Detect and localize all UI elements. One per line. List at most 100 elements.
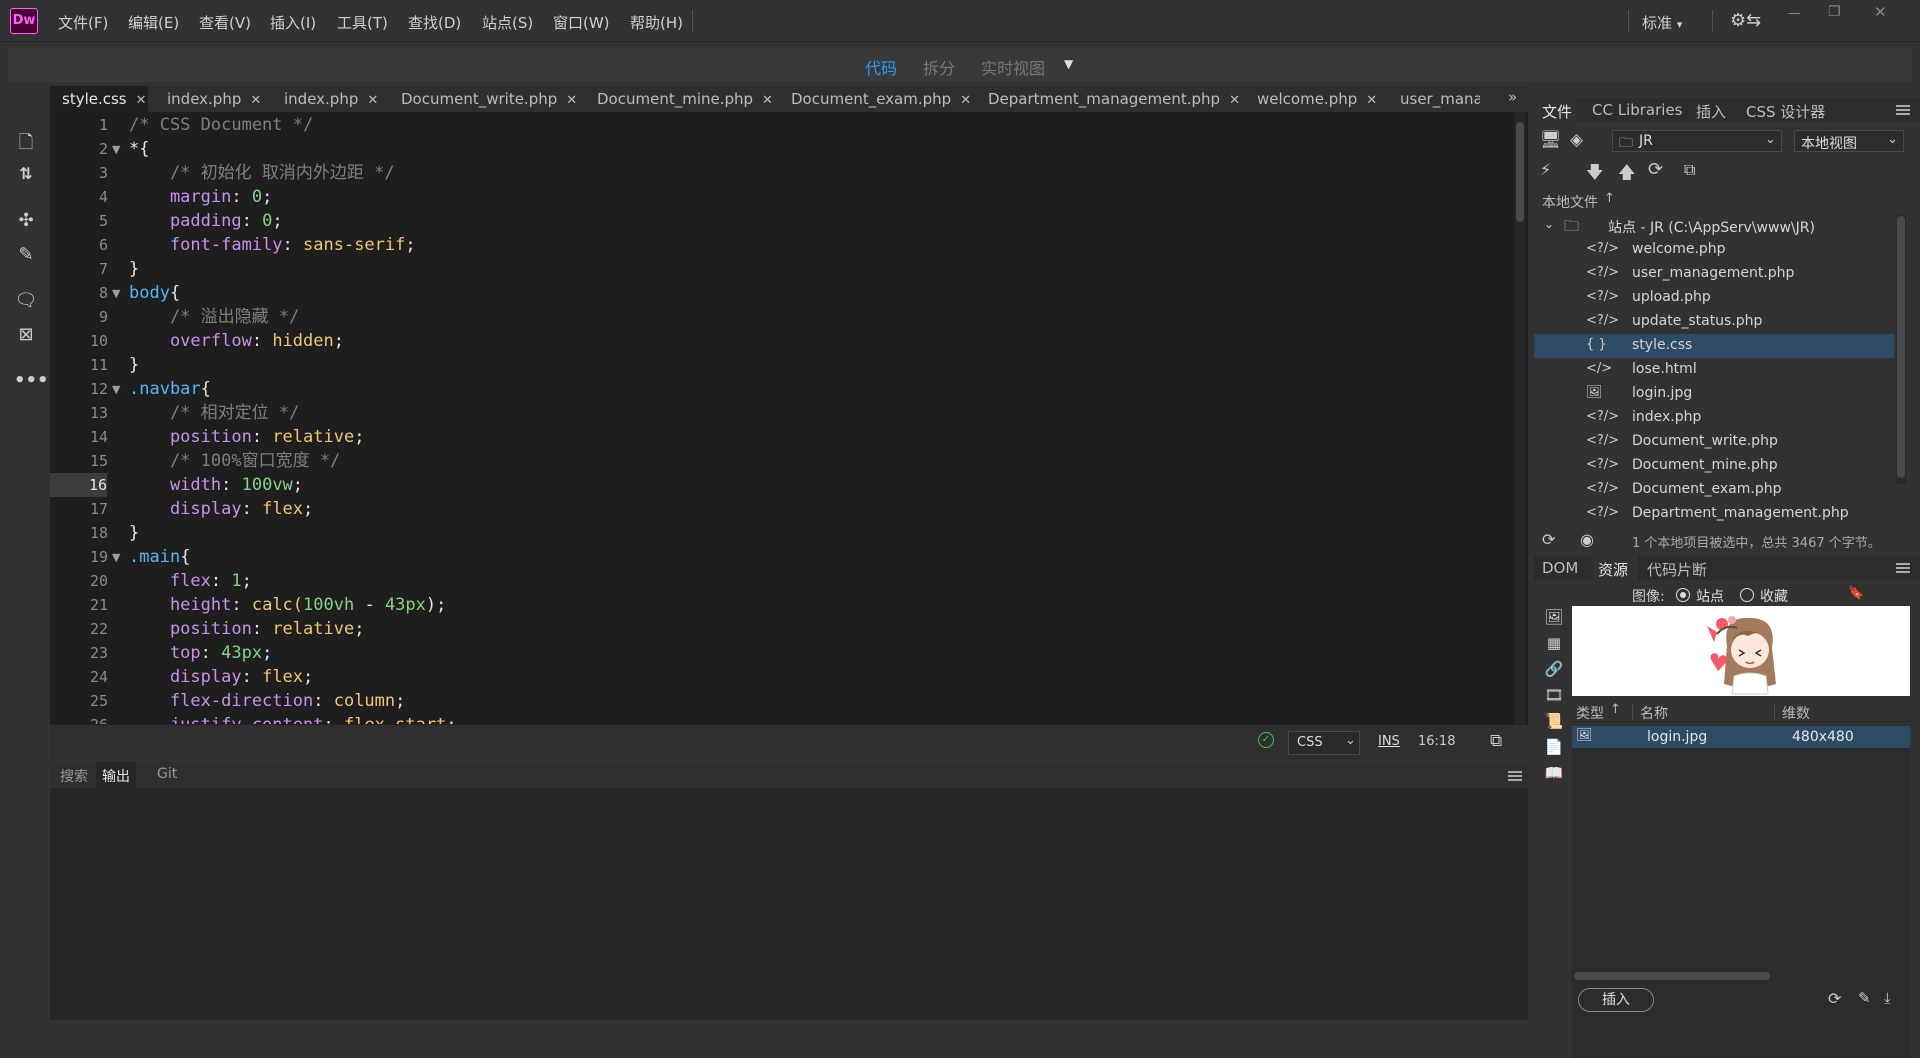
file-item[interactable]: <?/> Document_mine.php	[1534, 454, 1894, 478]
view-tab-split[interactable]: 拆分	[923, 55, 955, 79]
scrollbar-thumb[interactable]	[1516, 122, 1524, 222]
tab-git[interactable]: Git	[157, 766, 177, 782]
menu-window[interactable]: 窗口(W)	[553, 12, 610, 33]
expand-panel-icon[interactable]: ⧉	[1684, 160, 1695, 180]
site-root-item[interactable]: ⌄ 🗀 站点 - JR (C:\AppServ\www\JR)	[1534, 214, 1894, 238]
close-icon[interactable]: ✕	[1229, 93, 1240, 108]
close-icon[interactable]: ✕	[367, 93, 378, 108]
image-assets-icon[interactable]: 🖼	[1542, 608, 1566, 628]
git-icon[interactable]: ◈	[1570, 130, 1583, 150]
menu-help[interactable]: 帮助(H)	[630, 12, 683, 33]
insert-button[interactable]: 插入	[1578, 988, 1654, 1012]
radio-site-label[interactable]: 站点	[1696, 586, 1724, 606]
apply-comment-icon[interactable]: 🗨	[14, 290, 38, 312]
file-management-icon[interactable]: ⇅	[14, 164, 38, 186]
files-panel-menu-icon[interactable]	[1896, 105, 1910, 115]
connect-server-icon[interactable]: 🖥	[1540, 130, 1562, 150]
tab-department-management[interactable]: Department_management.php ✕	[988, 86, 1240, 112]
code-line[interactable]: margin: 0;	[129, 185, 272, 209]
fold-toggle-icon[interactable]: ▼	[112, 551, 120, 564]
template-assets-icon[interactable]: 📄	[1542, 738, 1566, 758]
file-item[interactable]: 🖼 login.jpg	[1534, 382, 1894, 406]
file-item[interactable]: { } style.css	[1534, 334, 1894, 358]
tab-cc-libraries[interactable]: CC Libraries	[1592, 101, 1683, 119]
code-line[interactable]: }	[129, 353, 139, 377]
code-line[interactable]: position: relative;	[129, 425, 365, 449]
bookmark-icon[interactable]: 🔖	[1848, 586, 1864, 601]
editor-scrollbar[interactable]	[1514, 112, 1526, 724]
menu-find[interactable]: 查找(D)	[408, 12, 461, 33]
tab-css-designer[interactable]: CSS 设计器	[1746, 101, 1825, 122]
no-errors-check-icon[interactable]: ✓	[1258, 732, 1274, 748]
close-icon[interactable]: ✕	[960, 93, 971, 108]
code-line[interactable]: overflow: hidden;	[129, 329, 344, 353]
code-line[interactable]: display: flex;	[129, 497, 313, 521]
close-button[interactable]: ✕	[1874, 3, 1887, 21]
file-tree-scrollbar[interactable]	[1896, 214, 1906, 484]
assets-panel-menu-icon[interactable]	[1896, 563, 1910, 573]
file-item[interactable]: <?/> user_management.php	[1534, 262, 1894, 286]
file-item[interactable]: <?/> welcome.php	[1534, 238, 1894, 262]
view-tab-code[interactable]: 代码	[865, 55, 897, 79]
tab-search[interactable]: 搜索	[60, 766, 88, 786]
code-line[interactable]: /* 初始化 取消内外边距 */	[129, 161, 395, 185]
file-item[interactable]: <?/> Document_exam.php	[1534, 478, 1894, 502]
file-item[interactable]: <?/> index.php	[1534, 406, 1894, 430]
add-to-favorites-icon[interactable]: ⤓	[1884, 989, 1891, 1007]
file-tree[interactable]: ⌄ 🗀 站点 - JR (C:\AppServ\www\JR) <?/> welc…	[1534, 214, 1894, 614]
code-line[interactable]: flex: 1;	[129, 569, 252, 593]
view-select[interactable]: 本地视图 ⌄	[1794, 130, 1904, 152]
menu-view[interactable]: 查看(V)	[199, 12, 251, 33]
minimize-button[interactable]: —	[1788, 6, 1801, 21]
close-icon[interactable]: ✕	[1366, 93, 1377, 108]
tab-files[interactable]: 文件	[1534, 98, 1576, 122]
tabs-overflow-icon[interactable]: »	[1508, 88, 1517, 106]
close-icon[interactable]: ✕	[762, 93, 773, 108]
tab-style-css[interactable]: style.css ✕	[50, 86, 148, 112]
edit-icon[interactable]: ✎	[1858, 989, 1871, 1007]
code-editor[interactable]: 1 2 ▼ 3 4 5 6 7 8 ▼ 9 10 11 12 ▼ 13 14 15 16 17 18 19 ▼ 20 21 22 2…	[50, 112, 1528, 724]
link-assets-icon[interactable]: 🔗	[1542, 660, 1566, 680]
code-line[interactable]: font-family: sans-serif;	[129, 233, 416, 257]
expand-all-icon[interactable]: ✣	[14, 210, 38, 232]
put-files-icon[interactable]: 🡅	[1618, 160, 1635, 189]
menu-site[interactable]: 站点(S)	[482, 12, 533, 33]
local-files-header[interactable]: 本地文件 ↑	[1534, 191, 1920, 211]
code-line[interactable]: flex-direction: column;	[129, 689, 405, 713]
column-dimensions[interactable]: 维数	[1782, 703, 1810, 723]
assets-horizontal-scrollbar[interactable]	[1574, 972, 1770, 980]
code-line[interactable]: .navbar{	[129, 377, 211, 401]
refresh-icon[interactable]: ⟳	[1648, 159, 1663, 180]
tab-assets[interactable]: 资源	[1592, 556, 1638, 580]
tab-snippets[interactable]: 代码片断	[1647, 559, 1707, 580]
output-panel-menu-icon[interactable]	[1508, 771, 1522, 781]
script-assets-icon[interactable]: 📜	[1542, 712, 1566, 732]
more-options-icon[interactable]: •••	[14, 370, 49, 392]
disconnect-icon[interactable]: ⚡	[1540, 160, 1551, 179]
refresh-icon[interactable]: ⟳	[1828, 989, 1841, 1008]
tab-document-mine[interactable]: Document_mine.php ✕	[597, 86, 773, 112]
sync-settings-icon[interactable]: ⚙⇆	[1730, 10, 1761, 31]
menu-edit[interactable]: 编辑(E)	[128, 12, 179, 33]
code-line[interactable]: }	[129, 257, 139, 281]
tab-document-exam[interactable]: Document_exam.php ✕	[791, 86, 971, 112]
tab-document-write[interactable]: Document_write.php ✕	[401, 86, 577, 112]
fold-toggle-icon[interactable]: ▼	[112, 383, 120, 396]
document-type-select[interactable]: CSS ⌄	[1288, 731, 1360, 755]
code-line[interactable]: /* 溢出隐藏 */	[129, 305, 299, 329]
menu-file[interactable]: 文件(F)	[58, 12, 108, 33]
view-tab-live[interactable]: 实时视图	[981, 55, 1045, 79]
tab-index-php-2[interactable]: index.php ✕	[284, 86, 378, 112]
file-item[interactable]: <?/> update_status.php	[1534, 310, 1894, 334]
tab-insert[interactable]: 插入	[1696, 101, 1726, 122]
window-size-icon[interactable]: ⧉	[1490, 731, 1502, 751]
menu-insert[interactable]: 插入(I)	[270, 12, 316, 33]
code-line[interactable]: }	[129, 521, 139, 545]
insert-mode-indicator[interactable]: INS	[1378, 734, 1400, 749]
close-icon[interactable]: ✕	[566, 93, 577, 108]
file-item[interactable]: <?/> Department_management.php	[1534, 502, 1894, 526]
code-line[interactable]: /* 相对定位 */	[129, 401, 299, 425]
code-line[interactable]: .main{	[129, 545, 190, 569]
file-item[interactable]: <?/> Document_write.php	[1534, 430, 1894, 454]
log-icon[interactable]: ◉	[1580, 530, 1594, 549]
